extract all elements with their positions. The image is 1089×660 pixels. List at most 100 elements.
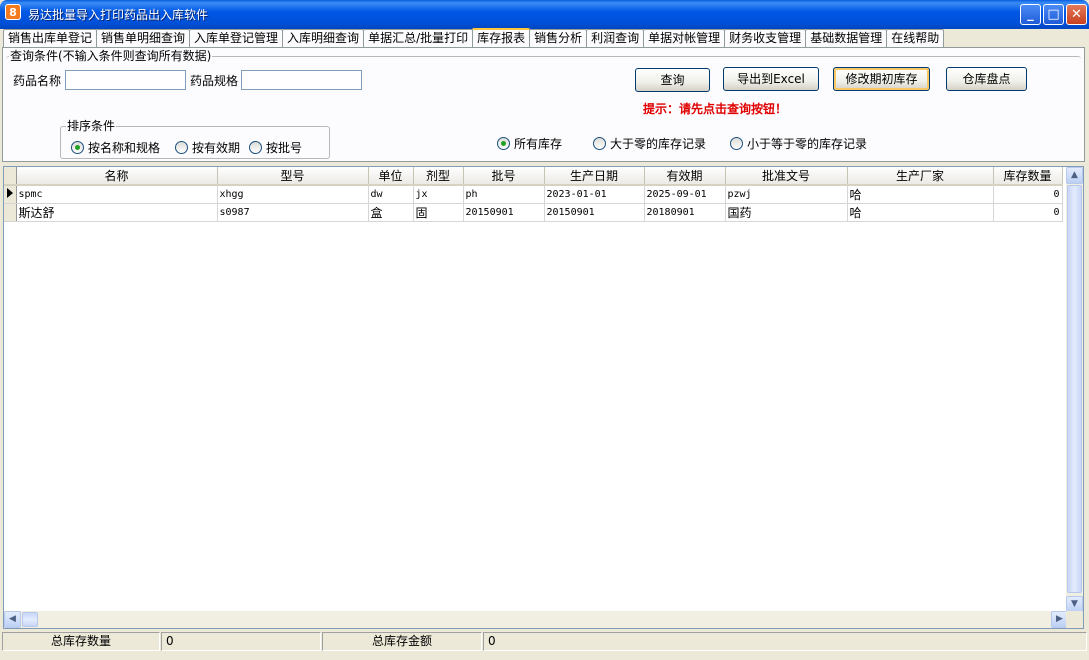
table-row[interactable]: 斯达舒 s0987 盒固 20150901 20150901 20180901 国药哈 0 <box>4 203 1063 222</box>
radio-button-icon <box>71 141 84 154</box>
tab-6[interactable]: 销售分析 <box>529 29 588 47</box>
cell-manufacturer[interactable]: 哈 <box>847 185 994 204</box>
minimize-icon: _ <box>1027 7 1034 22</box>
tab-9[interactable]: 财务收支管理 <box>724 29 807 47</box>
stock-filter-option-1[interactable]: 大于零的库存记录 <box>593 135 706 152</box>
maximize-button[interactable]: □ <box>1043 4 1064 25</box>
vertical-scroll-thumb[interactable] <box>1067 185 1082 593</box>
export-excel-button[interactable]: 导出到Excel <box>723 67 819 91</box>
drug-name-input[interactable] <box>65 70 186 90</box>
cell-expiry[interactable]: 20180901 <box>644 203 726 222</box>
column-header-5[interactable]: 生产日期 <box>544 167 645 186</box>
radio-button-icon <box>497 137 510 150</box>
sort-option-2-label: 按批号 <box>266 141 303 155</box>
sort-option-1[interactable]: 按有效期 <box>175 139 240 156</box>
stock-filter-option-2-label: 小于等于零的库存记录 <box>747 137 868 151</box>
tab-2[interactable]: 入库单登记管理 <box>189 29 284 47</box>
stock-filter-option-0-label: 所有库存 <box>514 137 563 151</box>
stocktake-button[interactable]: 仓库盘点 <box>946 67 1027 91</box>
total-qty-label: 总库存数量 <box>2 632 160 651</box>
stock-grid[interactable]: 名称 型号 单位 剂型 批号 生产日期 有效期 批准文号 生产厂家 库存数量 spmc xhgg dw… <box>3 166 1084 629</box>
stock-table: 名称 型号 单位 剂型 批号 生产日期 有效期 批准文号 生产厂家 库存数量 spmc xhgg dw… <box>4 167 1063 222</box>
tab-7[interactable]: 利润查询 <box>586 29 645 47</box>
sort-option-2[interactable]: 按批号 <box>249 139 302 156</box>
scrollbar-corner <box>1066 611 1083 628</box>
cell-manufacturer[interactable]: 哈 <box>847 203 994 222</box>
tab-10[interactable]: 基础数据管理 <box>805 29 888 47</box>
cell-expiry[interactable]: 2025-09-01 <box>644 185 726 204</box>
cell-model[interactable]: s0987 <box>217 203 369 222</box>
cell-qty[interactable]: 0 <box>993 203 1063 222</box>
cell-form[interactable]: jx <box>413 185 464 204</box>
minimize-button[interactable]: _ <box>1020 4 1041 25</box>
tab-1[interactable]: 销售单明细查询 <box>96 29 191 47</box>
tab-strip: 销售出库单登记 销售单明细查询 入库单登记管理 入库明细查询 单据汇总/批量打印 库存报表… <box>3 28 945 47</box>
scroll-up-button[interactable]: ▲ <box>1066 167 1083 184</box>
cell-production-date[interactable]: 2023-01-01 <box>544 185 645 204</box>
column-header-2[interactable]: 单位 <box>368 167 414 186</box>
cell-qty[interactable]: 0 <box>993 185 1063 204</box>
total-qty-value: 0 <box>161 632 321 651</box>
tab-0[interactable]: 销售出库单登记 <box>3 29 98 47</box>
cell-approval[interactable]: 国药 <box>725 203 848 222</box>
scroll-left-button[interactable]: ◀ <box>4 611 21 628</box>
vertical-scrollbar[interactable]: ▲ ▼ <box>1066 167 1083 613</box>
title-bar[interactable]: 8 易达批量导入打印药品出入库软件 _ □ ✕ <box>0 0 1089 29</box>
query-button[interactable]: 查询 <box>635 68 710 92</box>
tab-4[interactable]: 单据汇总/批量打印 <box>363 29 474 47</box>
column-header-6[interactable]: 有效期 <box>644 167 726 186</box>
row-indicator[interactable] <box>4 203 17 222</box>
row-indicator[interactable] <box>4 185 17 204</box>
hint-text: 提示：请先点击查询按钮！ <box>643 102 788 116</box>
cell-name[interactable]: 斯达舒 <box>16 203 218 222</box>
sort-groupbox: 排序条件 按名称和规格 按有效期 按批号 <box>60 119 330 159</box>
current-row-arrow-icon <box>6 188 13 198</box>
sort-option-0-label: 按名称和规格 <box>88 141 161 155</box>
drug-name-label: 药品名称 <box>13 74 62 88</box>
total-amount-label: 总库存金额 <box>322 632 482 651</box>
stock-filter-option-2[interactable]: 小于等于零的库存记录 <box>730 135 867 152</box>
app-icon: 8 <box>5 4 21 20</box>
cell-batch[interactable]: 20150901 <box>463 203 545 222</box>
close-icon: ✕ <box>1071 7 1082 22</box>
horizontal-scroll-thumb[interactable] <box>22 612 38 627</box>
horizontal-scrollbar[interactable]: ◀ ▶ <box>4 611 1068 628</box>
drug-spec-input[interactable] <box>241 70 362 90</box>
radio-button-icon <box>730 137 743 150</box>
column-header-9[interactable]: 库存数量 <box>993 167 1063 186</box>
tab-3[interactable]: 入库明细查询 <box>282 29 365 47</box>
maximize-icon: □ <box>1047 7 1060 22</box>
tab-5[interactable]: 库存报表 <box>472 28 531 47</box>
sort-option-0[interactable]: 按名称和规格 <box>71 139 160 156</box>
cell-model[interactable]: xhgg <box>217 185 369 204</box>
radio-button-icon <box>175 141 188 154</box>
cell-production-date[interactable]: 20150901 <box>544 203 645 222</box>
cell-approval[interactable]: pzwj <box>725 185 848 204</box>
column-header-0[interactable]: 名称 <box>16 167 218 186</box>
table-row[interactable]: spmc xhgg dw jx ph 2023-01-01 2025-09-01 pzwj 哈 0 <box>4 185 1063 204</box>
sort-option-1-label: 按有效期 <box>192 141 241 155</box>
tab-8[interactable]: 单据对帐管理 <box>643 29 726 47</box>
radio-button-icon <box>593 137 606 150</box>
radio-button-icon <box>249 141 262 154</box>
total-amount-value: 0 <box>483 632 1087 651</box>
query-panel: 查询条件(不输入条件则查询所有数据) 药品名称 药品规格 查询 导出到Excel… <box>2 47 1085 162</box>
cell-unit[interactable]: 盒 <box>368 203 414 222</box>
cell-name[interactable]: spmc <box>16 185 218 204</box>
row-indicator-header <box>4 167 17 186</box>
close-button[interactable]: ✕ <box>1066 4 1087 25</box>
column-header-3[interactable]: 剂型 <box>413 167 464 186</box>
column-header-4[interactable]: 批号 <box>463 167 545 186</box>
column-header-7[interactable]: 批准文号 <box>725 167 848 186</box>
chevron-up-icon: ▲ <box>1071 170 1078 180</box>
cell-batch[interactable]: ph <box>463 185 545 204</box>
modify-initial-stock-button[interactable]: 修改期初库存 <box>833 67 930 91</box>
sort-group-title: 排序条件 <box>66 119 117 133</box>
cell-unit[interactable]: dw <box>368 185 414 204</box>
column-header-8[interactable]: 生产厂家 <box>847 167 994 186</box>
tab-11[interactable]: 在线帮助 <box>886 29 945 47</box>
column-header-1[interactable]: 型号 <box>217 167 369 186</box>
stock-filter-option-0[interactable]: 所有库存 <box>497 135 562 152</box>
cell-form[interactable]: 固 <box>413 203 464 222</box>
query-group-title: 查询条件(不输入条件则查询所有数据) <box>9 49 213 63</box>
